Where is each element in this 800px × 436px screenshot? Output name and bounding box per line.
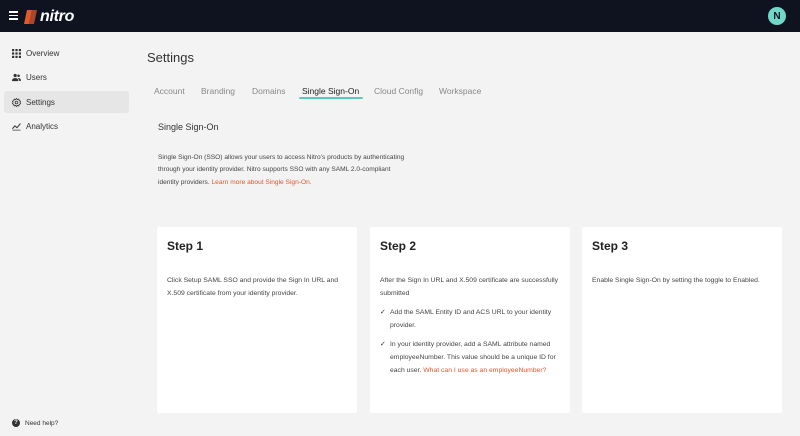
learn-more-sso-link[interactable]: Learn more about Single Sign-On. xyxy=(212,179,312,186)
step-1-title: Step 1 xyxy=(167,239,204,253)
gear-icon xyxy=(12,97,21,107)
step-3-title: Step 3 xyxy=(592,239,629,253)
sidebar-item-label: Analytics xyxy=(26,121,59,131)
tab-account[interactable]: Account xyxy=(154,86,185,96)
grid-icon xyxy=(12,48,21,58)
sidebar: Overview Users Settings Analytics ? Need… xyxy=(0,32,130,436)
hamburger-menu-icon[interactable] xyxy=(9,11,18,20)
sidebar-item-label: Settings xyxy=(26,97,55,107)
user-avatar[interactable]: N xyxy=(768,7,786,25)
sidebar-item-analytics[interactable]: Analytics xyxy=(4,115,129,137)
sidebar-item-overview[interactable]: Overview xyxy=(4,42,129,64)
step-2-check-item: ✓ Add the SAML Entity ID and ACS URL to … xyxy=(380,306,562,332)
step-3-text: Enable Single Sign-On by setting the tog… xyxy=(592,277,760,284)
top-bar: nitro N xyxy=(0,0,800,32)
tab-single-sign-on[interactable]: Single Sign-On xyxy=(302,86,359,96)
need-help-link[interactable]: ? Need help? xyxy=(12,419,58,427)
step-1-text: Click Setup SAML SSO and provide the Sig… xyxy=(167,277,339,297)
need-help-label: Need help? xyxy=(25,419,59,427)
active-tab-indicator xyxy=(299,97,363,99)
step-2-text: After the Sign In URL and X.509 certific… xyxy=(380,277,559,297)
users-icon xyxy=(12,73,21,82)
step-2-body: After the Sign In URL and X.509 certific… xyxy=(380,274,562,377)
page-title: Settings xyxy=(147,50,194,65)
tab-cloud-config[interactable]: Cloud Config xyxy=(374,86,423,96)
help-icon: ? xyxy=(12,419,20,427)
checkmark-icon: ✓ xyxy=(380,341,386,348)
step-2-title: Step 2 xyxy=(380,239,417,253)
step-2-check-item: ✓ In your identity provider, add a SAML … xyxy=(380,338,562,377)
tab-branding[interactable]: Branding xyxy=(201,86,235,96)
tab-workspace[interactable]: Workspace xyxy=(439,86,481,96)
employee-number-help-link[interactable]: What can I use as an employeeNumber? xyxy=(423,367,546,374)
sidebar-item-users[interactable]: Users xyxy=(4,66,129,88)
sso-section-title: Single Sign-On xyxy=(158,122,219,132)
logo-text: nitro xyxy=(40,8,75,25)
chart-icon xyxy=(12,122,21,131)
nitro-logo[interactable]: nitro xyxy=(24,8,74,25)
step-2-check-text: Add the SAML Entity ID and ACS URL to yo… xyxy=(390,309,552,329)
checkmark-icon: ✓ xyxy=(380,309,386,316)
step-2-card: Step 2 After the Sign In URL and X.509 c… xyxy=(370,227,570,413)
step-1-card: Step 1 Click Setup SAML SSO and provide … xyxy=(157,227,357,413)
sidebar-item-label: Overview xyxy=(26,48,60,58)
sso-intro: Single Sign-On (SSO) allows your users t… xyxy=(158,152,413,189)
sidebar-item-settings[interactable]: Settings xyxy=(4,91,129,113)
tab-domains[interactable]: Domains xyxy=(252,86,286,96)
nitro-logo-icon xyxy=(24,9,37,24)
step-3-card: Step 3 Enable Single Sign-On by setting … xyxy=(582,227,782,413)
sidebar-item-label: Users xyxy=(26,72,47,82)
